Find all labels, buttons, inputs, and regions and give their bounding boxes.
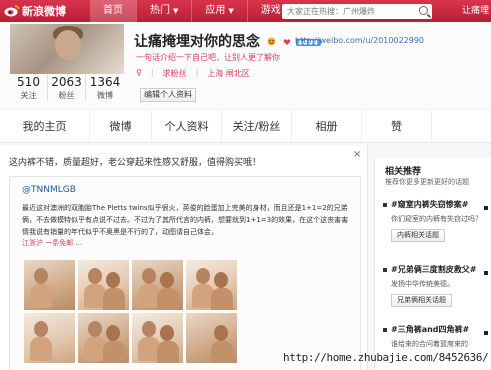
post-photo[interactable]	[78, 313, 129, 363]
scroll-marker-icon	[484, 331, 488, 335]
stat-posts[interactable]: 1364 微博	[86, 74, 124, 101]
profile-name-text: 让痛掩埋对你的思念	[134, 34, 260, 50]
bullet-icon	[383, 203, 387, 207]
profile-motto[interactable]: 一句话介绍一下自己吧，让别人更了解你	[136, 52, 280, 63]
post-photo[interactable]	[24, 313, 75, 363]
avatar[interactable]	[10, 24, 124, 74]
main-nav: 首页 热门▼ 应用▼ 游戏▼	[90, 0, 302, 22]
profile-meta: ♀ | 求粉丝 | 上海 闸北区	[136, 68, 250, 79]
nav-games-label: 游戏	[260, 5, 281, 16]
stat-followers[interactable]: 2063 粉丝	[48, 74, 86, 101]
close-icon[interactable]: ×	[353, 149, 361, 160]
nav-hot-label: 热门	[150, 5, 170, 16]
topic-title[interactable]: #兄弟俩三度割皮救父#	[391, 264, 491, 275]
weibo-logo[interactable]: 新浪微博	[4, 3, 66, 19]
topic-item[interactable]: #三角裤and四角裤# 谁给来的合问着篮席来的	[391, 324, 491, 349]
tab-likes[interactable]: 赞	[362, 111, 432, 142]
feed-panel: 这内裤不错，质量超好，老公穿起来性感又舒服，值得购买哦！ × @TNNMLGB …	[0, 145, 368, 370]
chevron-down-icon: ▼	[228, 7, 234, 15]
profile-header: 510 关注 2063 粉丝 1364 微博 让痛掩埋对你的思念 ●●●● ht…	[0, 22, 491, 108]
emoji-icon	[267, 34, 276, 50]
topic-desc: 发扬中华传统美德。	[391, 280, 454, 288]
post-text: 最近这对澳洲的双胞胎The Pletts twins似乎很火，英俊的脸蛋加上完美…	[22, 204, 349, 236]
nav-apps-label: 应用	[205, 5, 226, 16]
nav-home[interactable]: 首页	[90, 0, 136, 22]
location[interactable]: 上海 闸北区	[207, 68, 250, 79]
watermark-url: http://home.zhubajie.com/8452636/	[283, 351, 489, 364]
bullet-icon	[383, 328, 387, 332]
tab-album[interactable]: 相册	[292, 111, 362, 142]
topic-title[interactable]: #三角裤and四角裤#	[391, 324, 491, 335]
topic-button[interactable]: 兄弟俩相关话题	[391, 294, 452, 307]
tab-follow[interactable]: 关注/粉丝	[222, 111, 292, 142]
search-input[interactable]: 大家正在热搜：广州爆炸	[282, 4, 432, 19]
tab-my-home[interactable]: 我的主页	[0, 111, 90, 142]
post-photo[interactable]	[24, 260, 75, 310]
stat-posts-value: 1364	[89, 75, 121, 89]
scroll-marker-icon	[484, 271, 488, 275]
profile-tabs: 我的主页 微博 个人资料 关注/粉丝 相册 赞	[0, 111, 491, 143]
nav-hot[interactable]: 热门 ▼	[137, 0, 191, 22]
post-photo[interactable]	[132, 313, 183, 363]
search-placeholder: 大家正在热搜：广州爆炸	[287, 7, 375, 16]
search-icon[interactable]	[419, 6, 428, 15]
top-bar: 新浪微博 首页 热门▼ 应用▼ 游戏▼ 大家正在热搜：广州爆炸 让痛埋	[0, 0, 491, 22]
topic-item[interactable]: #窥室内裤失窃惨案# 你们窥室的内裤有失窃过吗？ 内裤相关话题	[391, 199, 491, 242]
bullet-icon	[383, 268, 387, 272]
stat-following[interactable]: 510 关注	[10, 74, 48, 101]
topic-button[interactable]: 内裤相关话题	[391, 229, 445, 242]
topic-item[interactable]: #兄弟俩三度割皮救父# 发扬中华传统美德。 兄弟俩相关话题	[391, 264, 491, 307]
post-author[interactable]: @TNNMLGB	[22, 185, 76, 195]
stat-following-value: 510	[17, 75, 40, 89]
follow-label[interactable]: 求粉丝	[163, 68, 187, 79]
related-sidebar: 相关推荐 推荐你更多更新更好的话题 #窥室内裤失窃惨案# 你们窥室的内裤有失窃过…	[374, 158, 491, 370]
weibo-eye-icon	[4, 5, 20, 17]
heart-icon	[283, 34, 291, 50]
sidebar-title: 相关推荐	[385, 167, 422, 177]
nav-apps[interactable]: 应用 ▼	[192, 0, 246, 22]
post-photo[interactable]	[78, 260, 129, 310]
profile-name: 让痛掩埋对你的思念 ●●●●	[134, 31, 321, 51]
post-photo[interactable]	[186, 313, 237, 363]
photo-grid	[24, 260, 237, 363]
post-link[interactable]: 江浙沪 一条免邮 ...	[22, 238, 82, 248]
feed-intro-text: 这内裤不错，质量超好，老公穿起来性感又舒服，值得购买哦！	[9, 158, 262, 168]
topic-title[interactable]: #窥室内裤失窃惨案#	[391, 199, 491, 210]
avatar-head	[55, 30, 81, 60]
user-menu-link[interactable]: 让痛埋	[462, 0, 489, 22]
tab-weibo[interactable]: 微博	[90, 111, 152, 142]
meta-divider: |	[195, 68, 199, 77]
edit-profile-button[interactable]: 编辑个人资料	[140, 88, 196, 102]
sidebar-desc: 推荐你更多更新更好的话题	[385, 178, 469, 186]
chevron-down-icon: ▼	[173, 7, 179, 15]
topic-desc: 你们窥室的内裤有失窃过吗？	[391, 215, 482, 223]
meta-divider: |	[150, 68, 154, 77]
nav-home-label: 首页	[103, 5, 123, 16]
tab-profile[interactable]: 个人资料	[152, 111, 222, 142]
stat-posts-label: 微博	[97, 91, 113, 100]
scroll-marker-icon	[484, 206, 488, 210]
post-card: @TNNMLGB 最近这对澳洲的双胞胎The Pletts twins似乎很火，…	[9, 176, 361, 370]
profile-url[interactable]: http://weibo.com/u/2010022990	[295, 36, 424, 45]
gender-icon: ♀	[136, 68, 142, 77]
stat-followers-value: 2063	[51, 75, 82, 89]
post-photo[interactable]	[186, 260, 237, 310]
stat-followers-label: 粉丝	[58, 91, 75, 100]
profile-stats: 510 关注 2063 粉丝 1364 微博	[10, 74, 124, 101]
stat-following-label: 关注	[20, 91, 37, 100]
post-photo[interactable]	[132, 260, 183, 310]
logo-text: 新浪微博	[22, 5, 66, 18]
topic-desc: 谁给来的合问着篮席来的	[391, 340, 468, 348]
